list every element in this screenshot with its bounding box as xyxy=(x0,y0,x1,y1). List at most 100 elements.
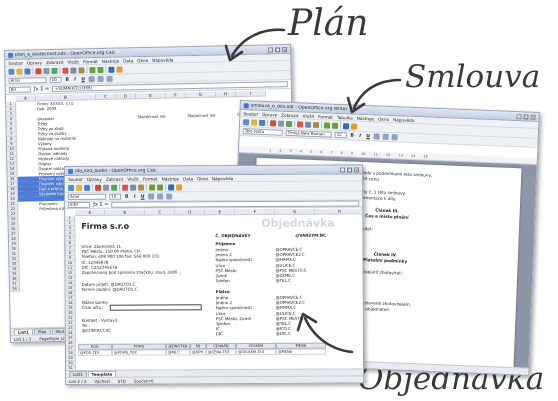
new-icon[interactable] xyxy=(68,184,75,191)
menu-item[interactable]: Soubor xyxy=(8,60,23,65)
redo-icon[interactable] xyxy=(331,122,339,129)
align-left-icon[interactable] xyxy=(148,193,155,200)
bold-button[interactable]: B xyxy=(350,133,355,138)
align-right-icon[interactable] xyxy=(106,75,113,82)
row-header[interactable]: 38 xyxy=(9,286,21,292)
open-icon[interactable] xyxy=(251,118,258,126)
menu-item[interactable]: Vložit xyxy=(67,59,79,64)
open-icon[interactable] xyxy=(16,68,23,75)
new-icon[interactable] xyxy=(8,68,15,75)
column-header[interactable]: H xyxy=(315,208,364,215)
table-cell[interactable]: @MJ.C xyxy=(165,349,190,356)
save-icon[interactable] xyxy=(84,184,91,191)
menu-item[interactable]: Nástroje xyxy=(102,58,120,63)
new-icon[interactable] xyxy=(243,118,250,125)
copy-icon[interactable] xyxy=(70,66,77,74)
pdf-icon[interactable] xyxy=(35,67,42,74)
menu-item[interactable]: Soubor xyxy=(68,176,83,181)
minimize-button[interactable]: – xyxy=(340,167,346,173)
menu-item[interactable]: Tabulka xyxy=(337,114,353,120)
table-cell[interactable]: @MENA xyxy=(275,348,326,355)
italic-button[interactable]: I xyxy=(73,77,78,82)
account-input-box[interactable] xyxy=(109,304,202,311)
font-name-combo[interactable]: Times New Roman xyxy=(285,129,332,138)
menu-item[interactable]: Formát xyxy=(83,59,98,64)
align-center-icon[interactable] xyxy=(157,193,164,200)
menu-item[interactable]: Vložit xyxy=(303,113,315,118)
undo-icon[interactable] xyxy=(89,66,96,73)
table-cell[interactable]: @CELKEM.TEX xyxy=(235,348,276,356)
cut-icon[interactable] xyxy=(62,67,69,74)
underline-button[interactable]: U xyxy=(81,77,86,82)
table-cell[interactable]: @POPIS_TEX xyxy=(111,349,166,356)
function-wizard-icon[interactable]: ƒx Σ = xyxy=(34,86,49,92)
menu-item[interactable]: Nápověda xyxy=(212,176,233,181)
save-icon[interactable] xyxy=(259,119,266,126)
spellcheck-icon[interactable] xyxy=(51,67,58,74)
table-cell[interactable]: @DPH xyxy=(189,349,206,356)
table-cell[interactable]: @KOD.TEX xyxy=(77,349,112,356)
menu-item[interactable]: Okno xyxy=(378,116,389,121)
underline-button[interactable]: U xyxy=(366,134,371,139)
function-wizard-icon[interactable]: ƒx Σ = xyxy=(93,202,108,208)
font-size-combo[interactable]: 10 xyxy=(49,76,62,84)
print-icon[interactable] xyxy=(277,120,285,127)
font-size-combo[interactable]: 10 xyxy=(109,193,122,200)
column-header[interactable]: D xyxy=(175,209,206,216)
paste-icon[interactable] xyxy=(138,184,145,191)
obj-spreadsheet-grid[interactable]: A B C D E F G H 1 2 3 4 5 6 7 8 9 10 11 12 13 14 15 16 17 18 19 20 2… xyxy=(65,208,364,370)
name-box[interactable]: B3 xyxy=(8,86,31,93)
close-button[interactable]: × xyxy=(281,46,288,52)
menu-item[interactable]: Úpravy xyxy=(262,111,277,117)
column-header[interactable]: A xyxy=(15,95,37,102)
menu-item[interactable]: Zobrazit xyxy=(281,112,299,118)
bold-button[interactable]: B xyxy=(124,194,129,199)
chart-icon[interactable] xyxy=(116,66,123,73)
redo-icon[interactable] xyxy=(157,183,164,191)
column-header[interactable]: H xyxy=(215,91,237,98)
menu-item[interactable]: Okno xyxy=(197,176,208,181)
minimize-button[interactable]: – xyxy=(516,113,522,119)
table-icon[interactable] xyxy=(342,122,350,129)
cut-icon[interactable] xyxy=(296,120,304,128)
redo-icon[interactable] xyxy=(97,66,104,73)
menu-item[interactable]: Úpravy xyxy=(87,176,102,181)
formula-input[interactable] xyxy=(111,200,360,208)
menu-item[interactable]: Data xyxy=(183,176,193,181)
menu-item[interactable]: Formát xyxy=(143,176,158,181)
font-size-combo[interactable]: 12 xyxy=(334,131,347,139)
menu-item[interactable]: Vložit xyxy=(127,176,139,181)
open-icon[interactable] xyxy=(76,184,83,191)
menu-item[interactable]: Soubor xyxy=(243,111,258,117)
column-header[interactable]: A xyxy=(75,209,106,216)
align-right-icon[interactable] xyxy=(166,193,173,200)
bold-button[interactable]: B xyxy=(65,77,70,82)
cut-icon[interactable] xyxy=(122,184,129,191)
pdf-icon[interactable] xyxy=(95,184,102,191)
column-header[interactable]: G xyxy=(185,91,217,99)
column-header[interactable]: C xyxy=(95,93,117,101)
menu-item[interactable]: Okno xyxy=(137,57,148,62)
align-justify-icon[interactable] xyxy=(391,134,398,141)
column-header[interactable]: F xyxy=(165,92,187,99)
paste-icon[interactable] xyxy=(78,66,85,73)
menu-item[interactable]: Formát xyxy=(318,114,333,120)
menu-item[interactable]: Nápověda xyxy=(152,57,173,62)
image-icon[interactable] xyxy=(350,122,358,130)
print-icon[interactable] xyxy=(43,67,50,74)
align-center-icon[interactable] xyxy=(382,133,389,140)
table-cell[interactable]: @CENA.TEX xyxy=(205,349,236,356)
menu-item[interactable]: Zobrazit xyxy=(106,176,123,181)
print-icon[interactable] xyxy=(103,184,110,191)
save-icon[interactable] xyxy=(24,67,31,75)
font-name-combo[interactable]: Arial xyxy=(8,77,47,84)
column-header[interactable]: G xyxy=(275,208,316,215)
close-button[interactable]: × xyxy=(354,166,360,172)
undo-icon[interactable] xyxy=(323,121,331,129)
menu-item[interactable]: Data xyxy=(123,58,133,63)
column-header[interactable]: D xyxy=(115,93,137,100)
align-left-icon[interactable] xyxy=(88,76,95,83)
grid-cell[interactable]: Skutečnost rok xyxy=(137,114,165,120)
column-header[interactable]: E xyxy=(205,209,236,216)
sort-icon[interactable] xyxy=(108,66,115,73)
